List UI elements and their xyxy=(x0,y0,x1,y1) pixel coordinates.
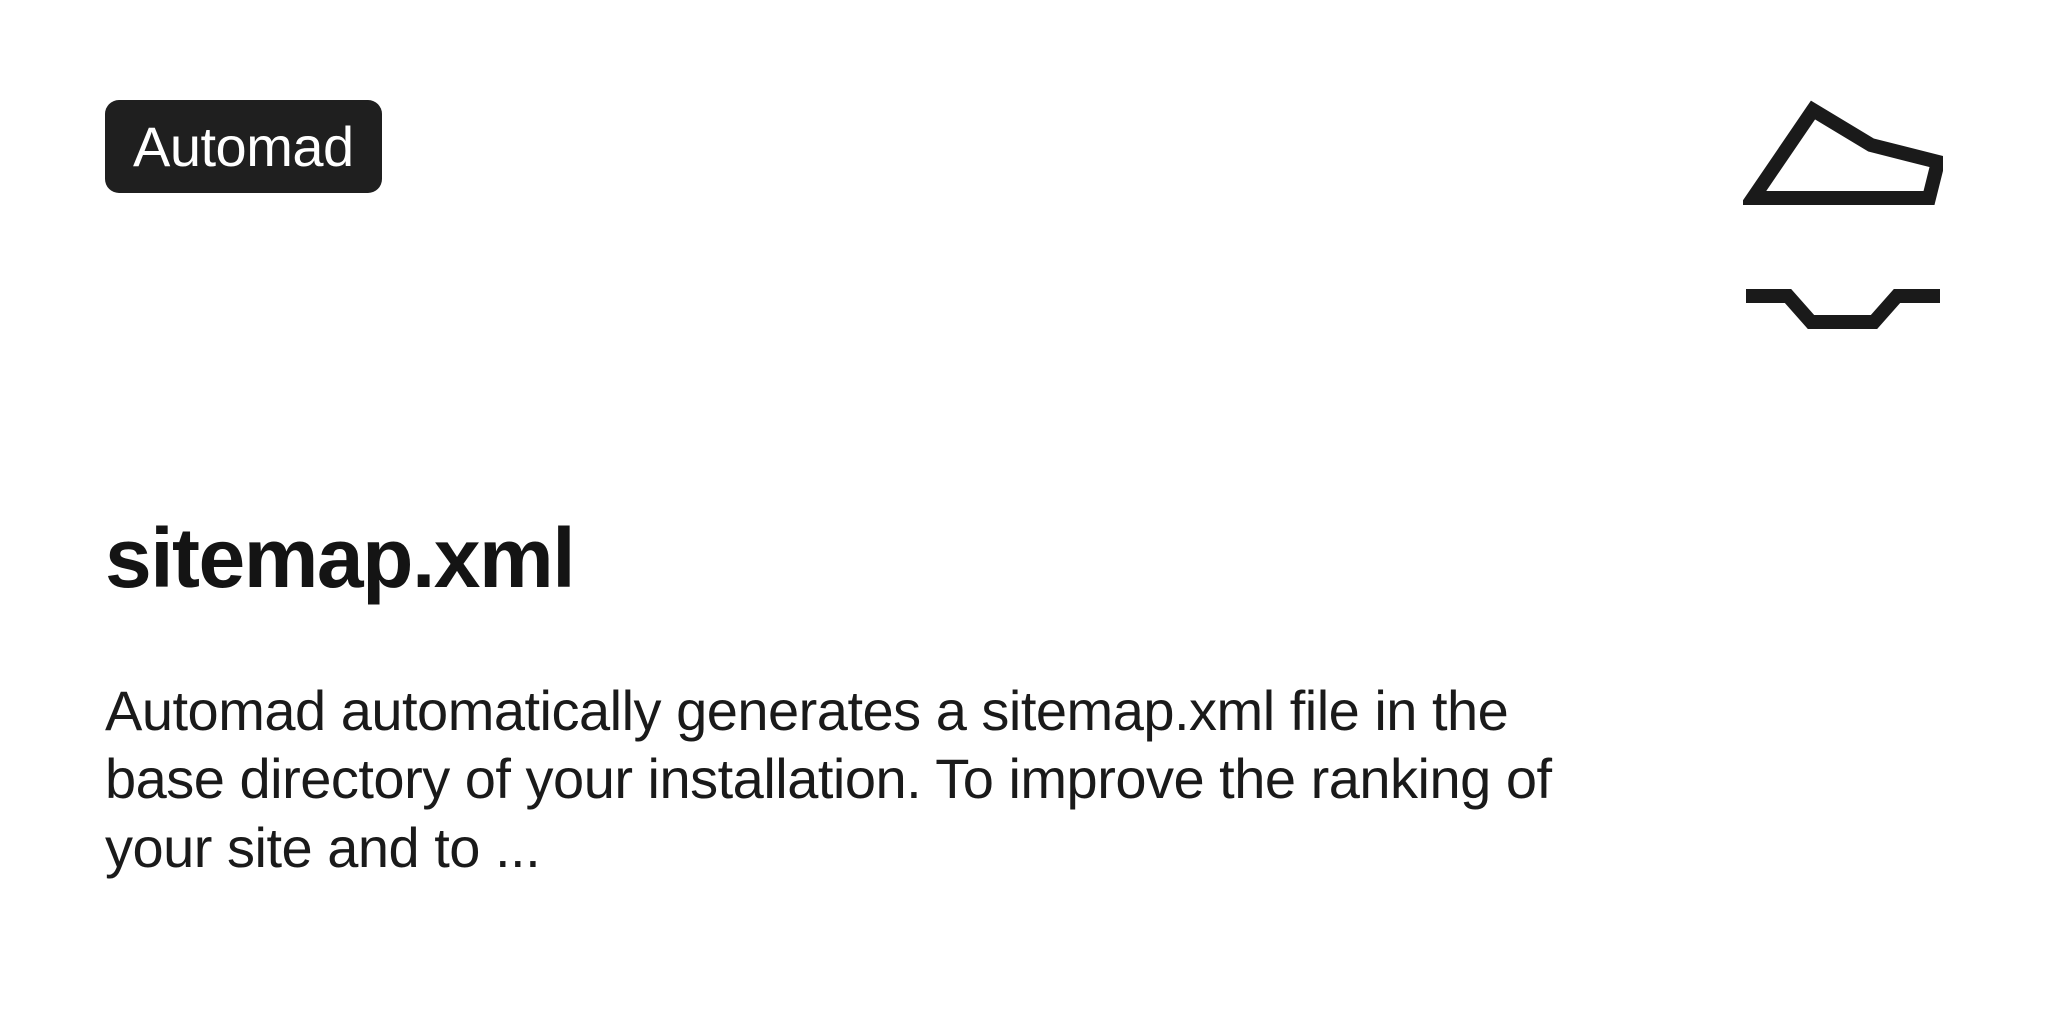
automad-logo-icon xyxy=(1743,100,1943,340)
page-card: Automad sitemap.xml Automad automaticall… xyxy=(0,0,2048,1024)
header: Automad xyxy=(105,100,1943,340)
brand-badge: Automad xyxy=(105,100,382,193)
page-description: Automad automatically generates a sitema… xyxy=(105,677,1605,882)
content: sitemap.xml Automad automatically genera… xyxy=(105,510,1845,882)
page-title: sitemap.xml xyxy=(105,510,1845,607)
